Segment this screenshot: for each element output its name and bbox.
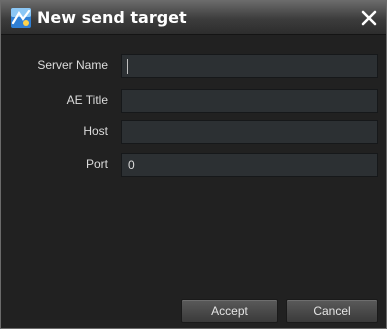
server-name-label: Server Name	[37, 58, 108, 72]
server-name-row: Server Name	[1, 54, 387, 80]
host-row: Host	[1, 120, 387, 146]
accept-button[interactable]: Accept	[181, 299, 278, 323]
port-label: Port	[85, 157, 108, 171]
close-button[interactable]	[355, 5, 383, 30]
host-input[interactable]	[121, 120, 378, 144]
app-icon	[11, 8, 31, 28]
server-name-input[interactable]	[121, 54, 378, 78]
ae-title-input[interactable]	[121, 89, 378, 113]
port-input[interactable]	[121, 153, 378, 177]
dialog-window: New send target Server Name AE Title Hos…	[0, 0, 387, 329]
host-label: Host	[83, 124, 108, 138]
dialog-title: New send target	[37, 8, 187, 27]
ae-title-row: AE Title	[1, 89, 387, 115]
cancel-button[interactable]: Cancel	[286, 299, 378, 323]
close-icon	[361, 10, 377, 25]
title-bar[interactable]: New send target	[1, 1, 386, 35]
ae-title-label: AE Title	[66, 93, 108, 107]
port-row: Port	[1, 153, 387, 179]
text-caret	[127, 59, 128, 74]
